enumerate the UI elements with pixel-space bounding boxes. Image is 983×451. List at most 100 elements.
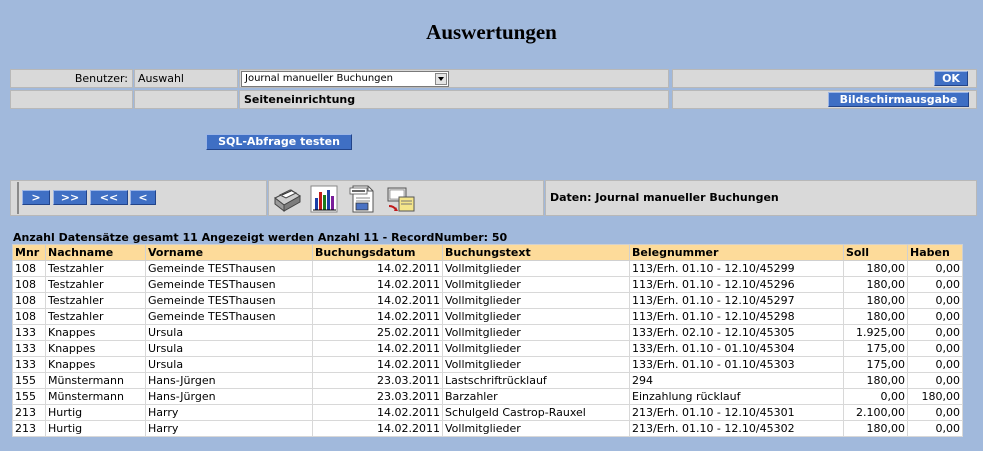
cell-nachname: Münstermann bbox=[45, 388, 146, 405]
last-button[interactable]: >> bbox=[53, 190, 87, 205]
cell-mnr: 133 bbox=[12, 324, 46, 341]
ok-button[interactable]: OK bbox=[934, 71, 968, 86]
cell-buchungsdatum: 14.02.2011 bbox=[312, 356, 443, 373]
cell-haben: 0,00 bbox=[907, 372, 963, 389]
cell-soll: 180,00 bbox=[843, 372, 908, 389]
report-select-value: Journal manueller Buchungen bbox=[245, 73, 394, 84]
col-header: Buchungstext bbox=[442, 244, 630, 261]
cell-soll: 180,00 bbox=[843, 420, 908, 437]
cell-belegnummer: 213/Erh. 01.10 - 12.10/45301 bbox=[629, 404, 844, 421]
table-row: 108 Testzahler Gemeinde TESThausen 14.02… bbox=[12, 292, 963, 309]
cell-vorname: Gemeinde TESThausen bbox=[145, 260, 313, 277]
cell-vorname: Harry bbox=[145, 404, 313, 421]
cell-belegnummer: 113/Erh. 01.10 - 12.10/45297 bbox=[629, 292, 844, 309]
cell-mnr: 213 bbox=[12, 404, 46, 421]
office-document-icon[interactable] bbox=[347, 184, 377, 214]
cell-buchungstext: Schulgeld Castrop-Rauxel bbox=[442, 404, 630, 421]
empty-cell bbox=[10, 90, 133, 109]
cell-belegnummer: 133/Erh. 01.10 - 01.10/45303 bbox=[629, 356, 844, 373]
cell-nachname: Testzahler bbox=[45, 308, 146, 325]
prev-button[interactable]: < bbox=[130, 190, 156, 205]
chevron-down-icon[interactable] bbox=[435, 73, 447, 85]
cell-soll: 180,00 bbox=[843, 292, 908, 309]
cell-haben: 0,00 bbox=[907, 308, 963, 325]
cell-buchungstext: Barzahler bbox=[442, 388, 630, 405]
cell-buchungstext: Lastschriftrücklauf bbox=[442, 372, 630, 389]
next-button[interactable]: > bbox=[22, 190, 50, 205]
chart-icon[interactable] bbox=[309, 184, 339, 214]
cell-belegnummer: 133/Erh. 02.10 - 12.10/45305 bbox=[629, 324, 844, 341]
col-header: Nachname bbox=[45, 244, 146, 261]
cell-buchungsdatum: 14.02.2011 bbox=[312, 404, 443, 421]
cell-haben: 0,00 bbox=[907, 292, 963, 309]
cell-buchungstext: Vollmitglieder bbox=[442, 420, 630, 437]
cell-nachname: Knappes bbox=[45, 356, 146, 373]
cell-haben: 0,00 bbox=[907, 340, 963, 357]
cell-vorname: Hans-Jürgen bbox=[145, 388, 313, 405]
cell-vorname: Ursula bbox=[145, 340, 313, 357]
cell-buchungsdatum: 14.02.2011 bbox=[312, 292, 443, 309]
cell-buchungsdatum: 25.02.2011 bbox=[312, 324, 443, 341]
table-row: 108 Testzahler Gemeinde TESThausen 14.02… bbox=[12, 276, 963, 293]
data-title: Daten: Journal manueller Buchungen bbox=[545, 180, 977, 216]
cell-buchungstext: Vollmitglieder bbox=[442, 260, 630, 277]
col-header: Vorname bbox=[145, 244, 313, 261]
cell-mnr: 155 bbox=[12, 388, 46, 405]
cell-vorname: Hans-Jürgen bbox=[145, 372, 313, 389]
first-button[interactable]: << bbox=[90, 190, 128, 205]
cell-belegnummer: 113/Erh. 01.10 - 12.10/45298 bbox=[629, 308, 844, 325]
cell-belegnummer: 113/Erh. 01.10 - 12.10/45296 bbox=[629, 276, 844, 293]
cell-soll: 180,00 bbox=[843, 308, 908, 325]
table-row: 133 Knappes Ursula 14.02.2011 Vollmitgli… bbox=[12, 356, 963, 373]
table-row: 108 Testzahler Gemeinde TESThausen 14.02… bbox=[12, 260, 963, 277]
cell-haben: 180,00 bbox=[907, 388, 963, 405]
cell-nachname: Münstermann bbox=[45, 372, 146, 389]
cell-buchungsdatum: 14.02.2011 bbox=[312, 340, 443, 357]
cell-mnr: 108 bbox=[12, 260, 46, 277]
cell-soll: 180,00 bbox=[843, 276, 908, 293]
cell-soll: 175,00 bbox=[843, 340, 908, 357]
export-icon[interactable] bbox=[386, 184, 416, 214]
cell-mnr: 133 bbox=[12, 356, 46, 373]
cell-buchungsdatum: 14.02.2011 bbox=[312, 420, 443, 437]
cell-nachname: Hurtig bbox=[45, 404, 146, 421]
cell-nachname: Knappes bbox=[45, 324, 146, 341]
cell-vorname: Ursula bbox=[145, 356, 313, 373]
cell-haben: 0,00 bbox=[907, 404, 963, 421]
benutzer-label: Benutzer: bbox=[10, 69, 133, 88]
ok-cell bbox=[672, 69, 977, 88]
cell-soll: 180,00 bbox=[843, 260, 908, 277]
empty-cell bbox=[134, 90, 238, 109]
cell-buchungsdatum: 14.02.2011 bbox=[312, 276, 443, 293]
cell-buchungstext: Vollmitglieder bbox=[442, 340, 630, 357]
cell-belegnummer: 133/Erh. 01.10 - 01.10/45304 bbox=[629, 340, 844, 357]
seiteneinrichtung-link[interactable]: Seiteneinrichtung bbox=[239, 90, 669, 109]
cell-belegnummer: 113/Erh. 01.10 - 12.10/45299 bbox=[629, 260, 844, 277]
cell-buchungstext: Vollmitglieder bbox=[442, 308, 630, 325]
cell-vorname: Gemeinde TESThausen bbox=[145, 276, 313, 293]
bildschirmausgabe-button[interactable]: Bildschirmausgabe bbox=[828, 92, 969, 107]
cell-vorname: Gemeinde TESThausen bbox=[145, 292, 313, 309]
cell-soll: 175,00 bbox=[843, 356, 908, 373]
cell-belegnummer: 213/Erh. 01.10 - 12.10/45302 bbox=[629, 420, 844, 437]
cell-buchungstext: Vollmitglieder bbox=[442, 292, 630, 309]
table-row: 213 Hurtig Harry 14.02.2011 Vollmitglied… bbox=[12, 420, 963, 437]
cell-mnr: 108 bbox=[12, 308, 46, 325]
cell-buchungsdatum: 23.03.2011 bbox=[312, 388, 443, 405]
printer-icon[interactable] bbox=[272, 184, 302, 214]
journal-table: Mnr Nachname Vorname Buchungsdatum Buchu… bbox=[12, 244, 963, 437]
cell-buchungstext: Vollmitglieder bbox=[442, 276, 630, 293]
cell-nachname: Hurtig bbox=[45, 420, 146, 437]
cell-mnr: 213 bbox=[12, 420, 46, 437]
cell-nachname: Knappes bbox=[45, 340, 146, 357]
col-header: Buchungsdatum bbox=[312, 244, 443, 261]
cell-buchungstext: Vollmitglieder bbox=[442, 324, 630, 341]
col-header: Haben bbox=[907, 244, 963, 261]
cell-haben: 0,00 bbox=[907, 324, 963, 341]
cell-haben: 0,00 bbox=[907, 420, 963, 437]
table-header-row: Mnr Nachname Vorname Buchungsdatum Buchu… bbox=[12, 244, 963, 261]
report-select[interactable]: Journal manueller Buchungen bbox=[241, 71, 449, 87]
sql-test-button[interactable]: SQL-Abfrage testen bbox=[206, 134, 352, 150]
cell-soll: 1.925,00 bbox=[843, 324, 908, 341]
cell-mnr: 155 bbox=[12, 372, 46, 389]
